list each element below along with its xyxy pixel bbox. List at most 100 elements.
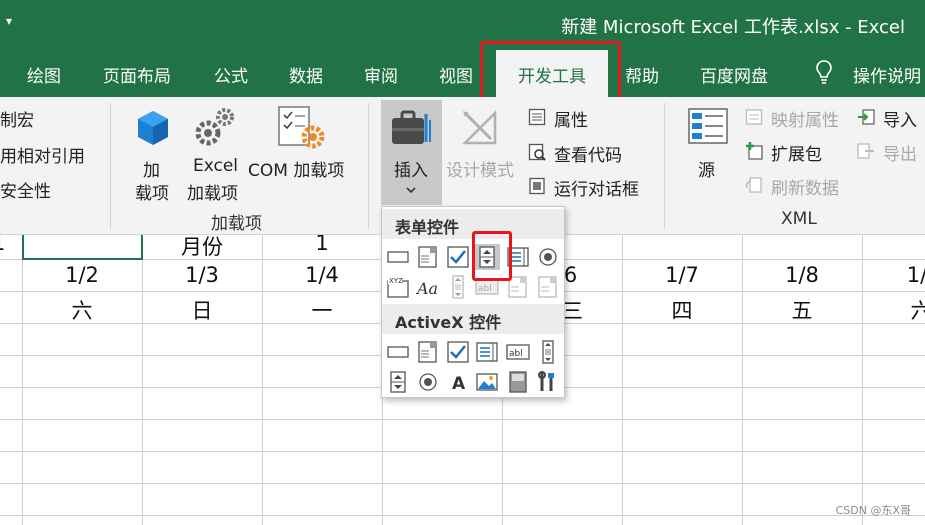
window-title: 新建 Microsoft Excel 工作表.xlsx - Excel bbox=[561, 17, 905, 38]
ribbon-tab-bar: 绘图 页面布局 公式 数据 审阅 视图 开发工具 帮助 百度网盘 操作说明 bbox=[0, 50, 925, 97]
svg-text:abl: abl bbox=[478, 284, 492, 294]
group-separator bbox=[368, 103, 369, 229]
combo-box-form-control-icon[interactable] bbox=[416, 245, 440, 269]
view-code-icon bbox=[528, 143, 546, 161]
run-dialog-icon bbox=[529, 177, 545, 195]
cell-date[interactable]: 1/8 bbox=[742, 263, 862, 287]
activex-spin-button-icon[interactable] bbox=[386, 370, 410, 394]
activex-scroll-bar-icon[interactable] bbox=[536, 340, 560, 364]
view-code-button[interactable]: 查看代码 bbox=[554, 141, 622, 166]
cell-month-value[interactable]: 1 bbox=[262, 235, 382, 255]
export-button[interactable]: 导出 bbox=[883, 140, 917, 165]
cell-weekday[interactable]: 日 bbox=[142, 295, 262, 325]
quick-access-dropdown-icon[interactable]: ▾ bbox=[6, 14, 12, 28]
tab-formulas[interactable]: 公式 bbox=[214, 62, 248, 87]
activex-controls-header: ActiveX 控件 bbox=[382, 304, 564, 334]
spin-button-highlight-box bbox=[472, 231, 512, 281]
addins-label-line1: 加 bbox=[143, 161, 160, 181]
properties-icon bbox=[528, 108, 546, 126]
insert-label: 插入 bbox=[394, 161, 428, 181]
row-gridline bbox=[0, 419, 925, 420]
activex-text-box-icon[interactable]: abl bbox=[506, 340, 530, 364]
selected-cell[interactable] bbox=[22, 235, 143, 260]
com-addins-icon bbox=[278, 106, 325, 149]
cell-month-label[interactable]: 月份 bbox=[142, 235, 262, 261]
tab-page-layout[interactable]: 页面布局 bbox=[103, 62, 171, 87]
use-relative-references-button[interactable]: 用相对引用 bbox=[0, 142, 85, 167]
tab-view[interactable]: 视图 bbox=[439, 62, 473, 87]
import-icon bbox=[858, 109, 875, 125]
activex-option-button-icon[interactable] bbox=[416, 370, 440, 394]
insert-control-button[interactable]: 插入 bbox=[381, 100, 442, 205]
chevron-down-icon bbox=[406, 187, 416, 194]
svg-text:abl: abl bbox=[509, 349, 523, 359]
run-dialog-button[interactable]: 运行对话框 bbox=[554, 175, 639, 200]
addins-label-line2: 载项 bbox=[135, 184, 169, 204]
export-icon bbox=[857, 143, 874, 159]
properties-button[interactable]: 属性 bbox=[554, 106, 588, 131]
addins-group-label: 加载项 bbox=[211, 214, 262, 234]
expansion-packs-button[interactable]: 扩展包 bbox=[771, 140, 822, 165]
button-form-control-icon[interactable] bbox=[386, 245, 410, 269]
group-separator bbox=[664, 103, 665, 229]
com-addins-label: COM 加载项 bbox=[248, 161, 345, 181]
group-separator bbox=[110, 103, 111, 229]
tab-data[interactable]: 数据 bbox=[289, 62, 323, 87]
tab-help[interactable]: 帮助 bbox=[625, 62, 659, 87]
activex-command-button-icon[interactable] bbox=[386, 340, 410, 364]
tell-me-search[interactable]: 操作说明 bbox=[853, 62, 921, 87]
toolbox-icon bbox=[392, 110, 431, 144]
title-bar: ▾ 新建 Microsoft Excel 工作表.xlsx - Excel bbox=[0, 0, 925, 50]
activex-checkbox-icon[interactable] bbox=[446, 340, 470, 364]
import-button[interactable]: 导入 bbox=[883, 106, 917, 131]
label-form-control-icon[interactable]: Aa bbox=[416, 275, 440, 299]
addins-cube-icon bbox=[138, 111, 168, 145]
row-gridline bbox=[0, 515, 925, 516]
activex-label-icon[interactable]: A bbox=[446, 370, 470, 394]
macro-security-button[interactable]: 安全性 bbox=[0, 177, 51, 202]
design-mode-label: 设计模式 bbox=[446, 161, 514, 181]
activex-combo-box-icon[interactable] bbox=[416, 340, 440, 364]
cell-weekday[interactable]: 一 bbox=[262, 295, 382, 325]
svg-text:A: A bbox=[452, 374, 466, 394]
record-macro-button[interactable]: 制宏 bbox=[0, 106, 34, 131]
checkbox-form-control-icon[interactable] bbox=[446, 245, 470, 269]
svg-text:XYZ: XYZ bbox=[389, 277, 403, 285]
map-properties-icon bbox=[745, 109, 763, 125]
cell-date[interactable]: 1/7 bbox=[622, 263, 742, 287]
cell-weekday[interactable]: 六 bbox=[910, 295, 925, 325]
tab-baidu-netdisk[interactable]: 百度网盘 bbox=[700, 62, 768, 87]
excel-addins-label-line1: Excel bbox=[193, 156, 239, 176]
map-properties-button[interactable]: 映射属性 bbox=[771, 106, 839, 131]
cell-weekday[interactable]: 四 bbox=[622, 295, 742, 325]
lightbulb-icon bbox=[816, 60, 832, 84]
xml-group-label: XML bbox=[781, 209, 817, 229]
cell-weekday[interactable]: 六 bbox=[22, 295, 142, 325]
cell-row1-a[interactable]: 1 bbox=[0, 235, 5, 255]
group-box-form-control-icon[interactable]: XYZ bbox=[386, 275, 410, 299]
scroll-bar-form-control-icon[interactable] bbox=[446, 275, 470, 299]
row-gridline bbox=[0, 483, 925, 484]
refresh-data-icon bbox=[745, 177, 762, 193]
activex-image-icon[interactable] bbox=[475, 370, 499, 394]
xml-source-label: 源 bbox=[698, 161, 715, 181]
tab-draw[interactable]: 绘图 bbox=[27, 62, 61, 87]
cell-date[interactable]: 1/2 bbox=[22, 263, 142, 287]
svg-text:Aa: Aa bbox=[416, 279, 438, 298]
gears-icon bbox=[195, 108, 234, 146]
tab-review[interactable]: 审阅 bbox=[364, 62, 398, 87]
activex-more-controls-icon[interactable] bbox=[536, 370, 560, 394]
option-button-form-control-icon[interactable] bbox=[536, 245, 560, 269]
cell-date[interactable]: 1/3 bbox=[142, 263, 262, 287]
cell-weekday[interactable]: 三 bbox=[562, 295, 583, 325]
cell-date[interactable]: 1/ bbox=[902, 263, 925, 287]
xml-source-icon bbox=[688, 108, 728, 144]
activex-toggle-button-icon[interactable] bbox=[506, 370, 530, 394]
cell-weekday[interactable]: 五 bbox=[742, 295, 862, 325]
activex-list-box-icon[interactable] bbox=[475, 340, 499, 364]
column-gridline bbox=[862, 235, 863, 525]
watermark: CSDN @东X哥 bbox=[835, 504, 911, 517]
combo-drop-down-edit-form-control-icon[interactable] bbox=[536, 275, 560, 299]
cell-date[interactable]: 1/4 bbox=[262, 263, 382, 287]
refresh-data-button[interactable]: 刷新数据 bbox=[771, 174, 839, 199]
